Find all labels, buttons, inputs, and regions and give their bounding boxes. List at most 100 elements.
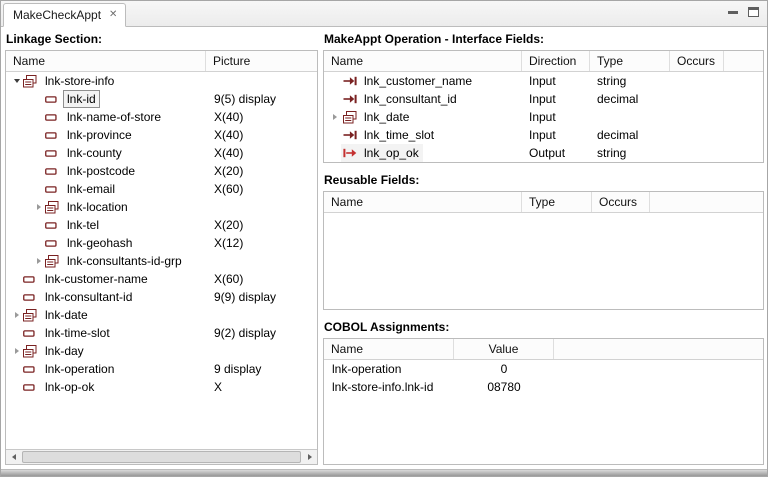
interface-fields-body: lnk_customer_nameInputstringlnk_consulta… xyxy=(324,72,763,162)
linkage-name-cell: lnk-tel xyxy=(6,216,206,234)
scroll-left-button[interactable] xyxy=(6,451,21,464)
elem-icon xyxy=(45,221,63,230)
linkage-item-label: lnk-location xyxy=(63,198,132,216)
column-header-direction[interactable]: Direction xyxy=(522,51,590,71)
linkage-item-label: lnk-id xyxy=(63,90,100,108)
collapse-arrow-icon[interactable] xyxy=(10,79,23,83)
elem-icon xyxy=(23,275,41,284)
linkage-name-cell: lnk-email xyxy=(6,180,206,198)
operation-panel: MakeAppt Operation - Interface Fields: N… xyxy=(323,31,764,465)
linkage-picture-cell: X xyxy=(206,378,317,396)
interface-field-row-lnk_consultant_id[interactable]: lnk_consultant_idInputdecimal xyxy=(324,90,763,108)
field-direction-cell: Input xyxy=(522,108,590,126)
assignment-name-cell: lnk-operation xyxy=(324,360,454,378)
column-header-type[interactable]: Type xyxy=(590,51,670,71)
field-name-label: lnk_consultant_id xyxy=(364,92,457,106)
linkage-item-label: lnk-email xyxy=(63,180,119,198)
linkage-name-cell: lnk-day xyxy=(6,342,206,360)
column-header-name[interactable]: Name xyxy=(324,192,522,212)
expand-arrow-icon[interactable] xyxy=(10,312,23,318)
linkage-row-lnk-store-info[interactable]: lnk-store-info xyxy=(6,72,317,90)
column-header-name[interactable]: Name xyxy=(324,339,454,359)
interface-field-row-lnk_time_slot[interactable]: lnk_time_slot Inputdecimal xyxy=(324,126,763,144)
field-name-cell: lnk_op_ok xyxy=(324,144,522,162)
linkage-section-title: Linkage Section: xyxy=(5,31,318,50)
linkage-table-header: Name Picture xyxy=(6,51,317,72)
linkage-row-lnk-consultant-id[interactable]: lnk-consultant-id9(9) display xyxy=(6,288,317,306)
scroll-right-button[interactable] xyxy=(302,451,317,464)
cobol-assignment-row-lnk-operation[interactable]: lnk-operation0 xyxy=(324,360,763,378)
field-name-cell: lnk_consultant_id xyxy=(324,90,522,108)
field-name-cell: lnk_time_slot xyxy=(324,126,522,144)
linkage-row-lnk-consultants-id-grp[interactable]: lnk-consultants-id-grp xyxy=(6,252,317,270)
linkage-item-label: lnk-day xyxy=(41,342,88,360)
reusable-fields-header: Name Type Occurs xyxy=(324,192,763,213)
linkage-name-cell: lnk-store-info xyxy=(6,72,206,90)
input-icon xyxy=(343,76,361,86)
linkage-name-cell: lnk-postcode xyxy=(6,162,206,180)
cobol-assignment-row-lnk-store-info.lnk-id[interactable]: lnk-store-info.lnk-id08780 xyxy=(324,378,763,396)
linkage-row-lnk-geohash[interactable]: lnk-geohashX(12) xyxy=(6,234,317,252)
column-header-name[interactable]: Name xyxy=(324,51,522,71)
linkage-row-lnk-tel[interactable]: lnk-telX(20) xyxy=(6,216,317,234)
linkage-row-lnk-time-slot[interactable]: lnk-time-slot9(2) display xyxy=(6,324,317,342)
elem-icon xyxy=(23,383,41,392)
linkage-row-lnk-day[interactable]: lnk-day xyxy=(6,342,317,360)
linkage-row-lnk-operation[interactable]: lnk-operation9 display xyxy=(6,360,317,378)
window-controls xyxy=(728,7,759,17)
column-header-picture[interactable]: Picture xyxy=(206,51,317,71)
linkage-name-cell: lnk-province xyxy=(6,126,206,144)
field-direction-cell: Output xyxy=(522,144,590,162)
linkage-item-label: lnk-customer-name xyxy=(41,270,152,288)
column-header-type[interactable]: Type xyxy=(522,192,592,212)
field-name-wrap: lnk_time_slot xyxy=(341,126,438,144)
linkage-row-lnk-postcode[interactable]: lnk-postcodeX(20) xyxy=(6,162,317,180)
column-header-occurs[interactable]: Occurs xyxy=(670,51,724,71)
linkage-picture-cell: X(60) xyxy=(206,270,317,288)
linkage-row-lnk-id[interactable]: lnk-id9(5) display xyxy=(6,90,317,108)
expand-arrow-icon[interactable] xyxy=(32,258,45,264)
field-name-wrap: lnk_op_ok xyxy=(341,144,423,162)
scrollbar-thumb[interactable] xyxy=(22,451,301,463)
expand-arrow-icon[interactable] xyxy=(10,348,23,354)
elem-icon xyxy=(45,131,63,140)
editor-content: Linkage Section: Name Picture lnk-store-… xyxy=(1,27,767,469)
tab-makecheckappt[interactable]: MakeCheckAppt ✕ xyxy=(3,3,126,27)
cobol-assignments-title: COBOL Assignments: xyxy=(323,319,764,338)
linkage-row-lnk-email[interactable]: lnk-email X(60) xyxy=(6,180,317,198)
interface-fields-table: Name Direction Type Occurs lnk_customer_… xyxy=(323,50,764,163)
linkage-row-lnk-op-ok[interactable]: lnk-op-okX xyxy=(6,378,317,396)
column-header-value[interactable]: Value xyxy=(454,339,554,359)
interface-field-row-lnk_customer_name[interactable]: lnk_customer_nameInputstring xyxy=(324,72,763,90)
interface-field-row-lnk_date[interactable]: lnk_dateInput xyxy=(324,108,763,126)
linkage-row-lnk-name-of-store[interactable]: lnk-name-of-storeX(40) xyxy=(6,108,317,126)
linkage-picture-cell: X(20) xyxy=(206,162,317,180)
linkage-name-cell: lnk-location xyxy=(6,198,206,216)
column-header-occurs[interactable]: Occurs xyxy=(592,192,650,212)
linkage-table-body: lnk-store-infolnk-id9(5) displaylnk-name… xyxy=(6,72,317,449)
elem-icon xyxy=(23,365,41,374)
assignment-value-cell: 0 xyxy=(454,360,554,378)
linkage-row-lnk-location[interactable]: lnk-location xyxy=(6,198,317,216)
column-header-name[interactable]: Name xyxy=(6,51,206,71)
linkage-row-lnk-province[interactable]: lnk-provinceX(40) xyxy=(6,126,317,144)
field-type-cell: decimal xyxy=(590,126,670,144)
interface-field-row-lnk_op_ok[interactable]: lnk_op_okOutputstring xyxy=(324,144,763,162)
scroll-right-icon xyxy=(308,454,312,460)
linkage-picture-cell: X(12) xyxy=(206,234,317,252)
linkage-row-lnk-customer-name[interactable]: lnk-customer-name X(60) xyxy=(6,270,317,288)
minimize-icon[interactable] xyxy=(728,8,738,17)
expand-arrow-icon[interactable] xyxy=(32,204,45,210)
elem-icon xyxy=(45,185,63,194)
maximize-icon[interactable] xyxy=(748,7,759,17)
linkage-picture-cell: X(60) xyxy=(206,180,317,198)
linkage-row-lnk-county[interactable]: lnk-countyX(40) xyxy=(6,144,317,162)
tab-close-icon[interactable]: ✕ xyxy=(109,10,117,20)
linkage-row-lnk-date[interactable]: lnk-date xyxy=(6,306,317,324)
field-type-cell xyxy=(590,108,670,126)
group-icon xyxy=(23,345,41,358)
field-name-label: lnk_op_ok xyxy=(364,146,419,160)
expand-arrow-icon[interactable] xyxy=(328,114,341,120)
field-direction-cell: Input xyxy=(522,126,590,144)
assignment-name-cell: lnk-store-info.lnk-id xyxy=(324,378,454,396)
